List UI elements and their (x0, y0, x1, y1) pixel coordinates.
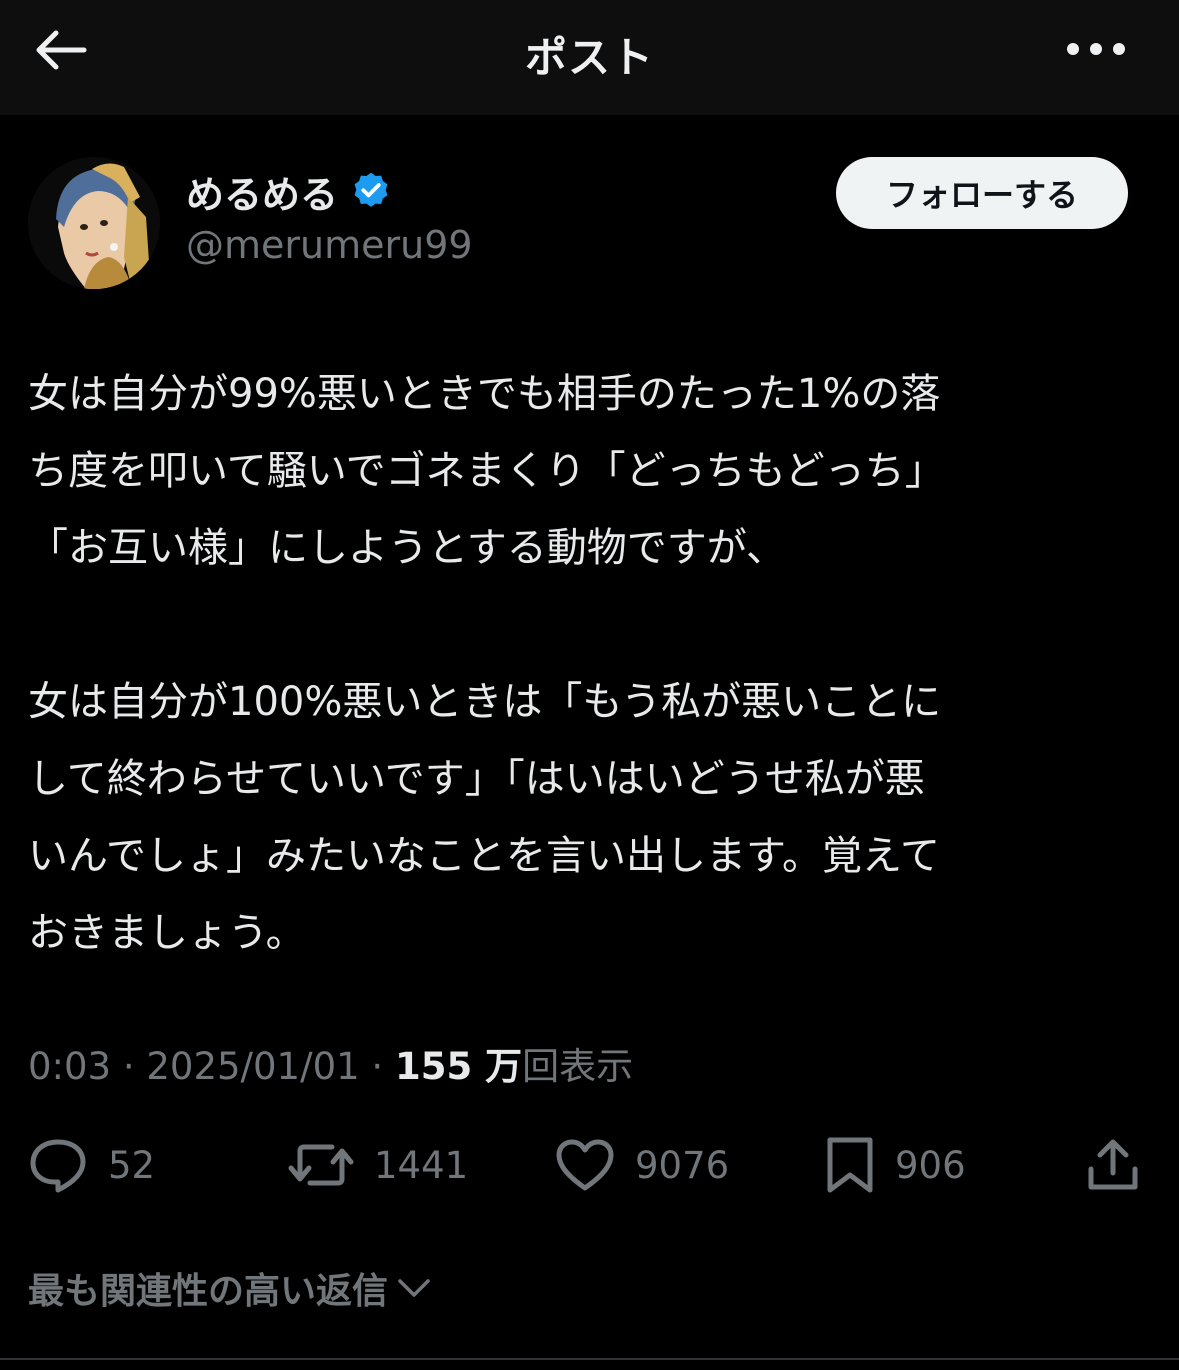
post-paragraph: 女は自分が100%悪いときは「もう私が悪いことに して終わらせていいです」「はい… (28, 679, 942, 956)
more-options-button[interactable] (1061, 34, 1131, 64)
avatar[interactable] (28, 157, 160, 289)
reply-icon (30, 1139, 86, 1193)
like-count: 9076 (635, 1143, 730, 1187)
heart-icon (556, 1139, 614, 1191)
reply-button[interactable]: 52 (28, 1125, 155, 1205)
repost-count: 1441 (374, 1143, 469, 1187)
more-horizontal-icon (1067, 43, 1125, 55)
bookmark-count: 906 (895, 1143, 966, 1187)
reply-count: 52 (108, 1143, 156, 1187)
avatar-image (28, 157, 160, 289)
post-body: 女は自分が99%悪いときでも相手のたった1%の落 ち度を叩いて騒いでゴネまくり「… (28, 356, 1153, 972)
share-button[interactable] (1085, 1125, 1141, 1205)
verified-badge-icon (354, 172, 388, 207)
top-navigation-bar: ポスト (0, 0, 1179, 115)
replies-sort-dropdown[interactable]: 最も関連性の高い返信 (28, 1258, 432, 1318)
display-name[interactable]: めるめる (186, 164, 338, 219)
chevron-down-icon (398, 1279, 430, 1297)
meta-separator: · (371, 1045, 384, 1088)
follow-button[interactable]: フォローする (836, 157, 1128, 229)
post-time[interactable]: 0:03 (28, 1045, 111, 1088)
action-bar: 52 1441 9076 906 (0, 1125, 1179, 1205)
post-metadata: 0:03 · 2025/01/01 · 155 万回表示 (28, 1036, 633, 1090)
like-button[interactable]: 9076 (555, 1125, 729, 1205)
user-handle[interactable]: @merumeru99 (186, 223, 473, 267)
post-paragraph: 女は自分が99%悪いときでも相手のたった1%の落 ち度を叩いて騒いでゴネまくり「… (28, 371, 945, 571)
repost-button[interactable]: 1441 (288, 1125, 468, 1205)
bookmark-icon (827, 1137, 873, 1193)
repost-icon (288, 1144, 354, 1186)
display-name-row: めるめる (186, 165, 392, 217)
post-date[interactable]: 2025/01/01 (146, 1045, 359, 1088)
views-label: 回表示 (522, 1045, 634, 1088)
views-count: 155 万 (394, 1045, 523, 1088)
share-icon (1088, 1139, 1138, 1190)
meta-separator: · (122, 1045, 135, 1088)
post-author: めるめる @merumeru99 フォローする (28, 155, 1148, 295)
bookmark-button[interactable]: 906 (825, 1125, 966, 1205)
replies-sort-label: 最も関連性の高い返信 (28, 1271, 389, 1312)
page-title: ポスト (524, 33, 654, 82)
divider (0, 1358, 1179, 1360)
